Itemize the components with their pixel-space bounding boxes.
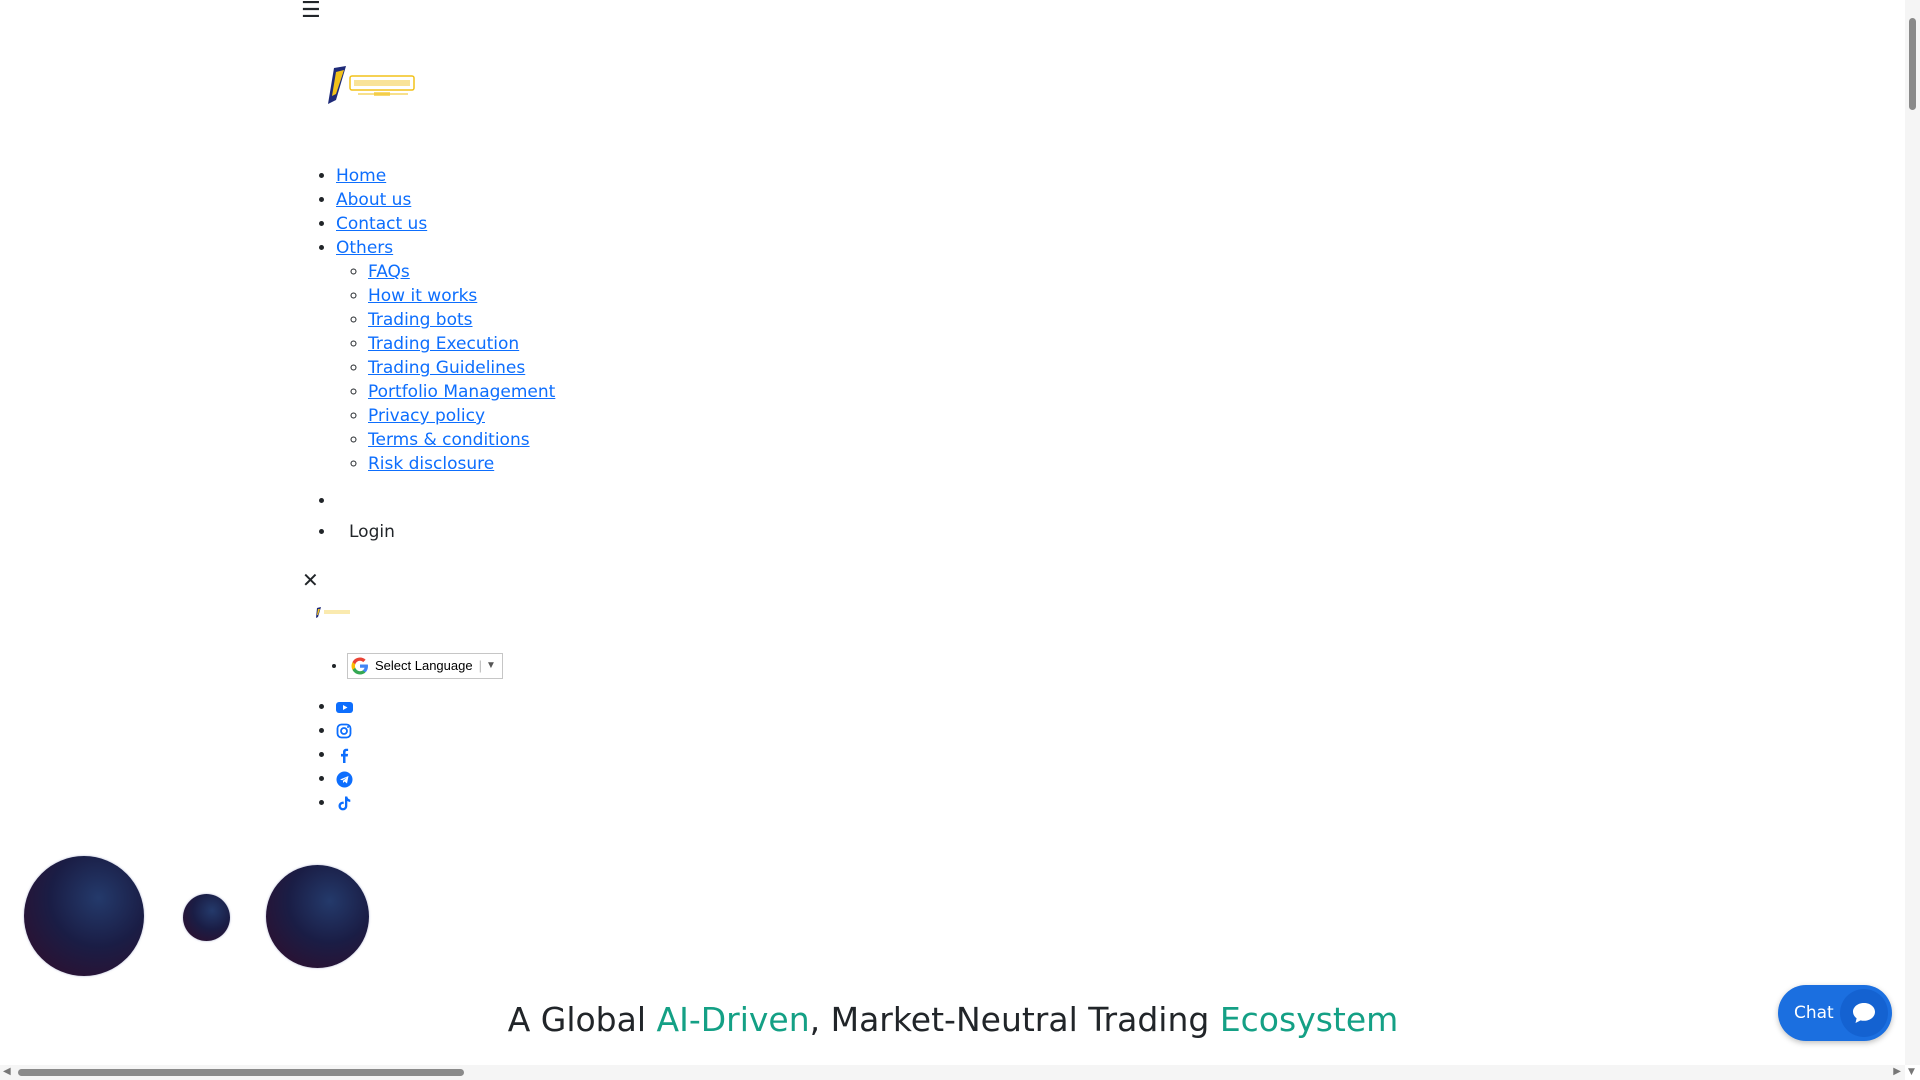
select-separator: | (478, 658, 482, 673)
nav-item-about: About us (336, 188, 555, 212)
subnav-item: Trading Guidelines (368, 356, 555, 380)
google-icon (351, 657, 369, 675)
scroll-left-arrow-icon[interactable]: ◀ (3, 1066, 11, 1077)
facebook-icon (336, 747, 353, 764)
subnav-link-privacy-policy[interactable]: Privacy policy (368, 406, 485, 426)
nav-link-others[interactable]: Others (336, 238, 393, 258)
chat-label: Chat (1794, 1003, 1834, 1023)
social-item (336, 695, 353, 719)
vertical-scroll-thumb[interactable] (1909, 18, 1916, 110)
scroll-down-arrow-icon[interactable]: ▼ (1908, 1067, 1915, 1077)
nav-item-others: Others FAQs How it works Trading bots Tr… (336, 236, 555, 476)
tiktok-icon (336, 795, 353, 812)
telegram-link[interactable] (336, 769, 353, 789)
nav-link-about[interactable]: About us (336, 190, 411, 210)
scroll-right-arrow-icon[interactable]: ▶ (1893, 1066, 1901, 1077)
subnav-item: Terms & conditions (368, 428, 555, 452)
hero-accent-text: AI-Driven (656, 1000, 810, 1039)
language-select[interactable]: Select Language | ▼ (347, 653, 503, 679)
hero-text: , Market-Neutral Trading (809, 1000, 1220, 1039)
subnav-item: Trading Execution (368, 332, 555, 356)
social-item (336, 743, 353, 767)
decorative-orb (24, 856, 144, 976)
hero-text: A Global (507, 1000, 657, 1039)
nav-item-home: Home (336, 164, 555, 188)
youtube-icon (336, 699, 353, 716)
page: ☰ Home About us Contact us Others FAQs H… (0, 0, 1920, 1080)
subnav-link-trading-guidelines[interactable]: Trading Guidelines (368, 358, 525, 378)
subnav-link-trading-bots[interactable]: Trading bots (368, 310, 473, 330)
decorative-orb (266, 865, 369, 968)
instagram-link[interactable] (336, 721, 353, 741)
social-links (304, 695, 353, 815)
subnav-link-portfolio-management[interactable]: Portfolio Management (368, 382, 555, 402)
subnav-item: FAQs (368, 260, 555, 284)
youtube-link[interactable] (336, 697, 353, 717)
nav-link-contact[interactable]: Contact us (336, 214, 427, 234)
hamburger-icon[interactable]: ☰ (301, 0, 321, 24)
subnav-item: How it works (368, 284, 555, 308)
chat-button[interactable]: Chat (1778, 985, 1892, 1041)
subnav-link-trading-execution[interactable]: Trading Execution (368, 334, 519, 354)
subnav-link-faqs[interactable]: FAQs (368, 262, 410, 282)
tiktok-link[interactable] (336, 793, 353, 813)
subnav-link-terms[interactable]: Terms & conditions (368, 430, 530, 450)
dropdown-arrow-icon: ▼ (485, 660, 496, 671)
instagram-icon (336, 723, 353, 740)
language-item: Select Language | ▼ (347, 652, 503, 680)
decorative-orb (183, 894, 230, 941)
subnav-link-how-it-works[interactable]: How it works (368, 286, 477, 306)
subnav-item: Privacy policy (368, 404, 555, 428)
subnav-item: Portfolio Management (368, 380, 555, 404)
account-list: Login (304, 489, 395, 544)
language-select-label: Select Language (375, 658, 473, 673)
horizontal-scrollbar[interactable]: ◀ ▶ (0, 1065, 1905, 1080)
company-logo[interactable] (324, 62, 420, 108)
main-nav: Home About us Contact us Others FAQs How… (304, 164, 555, 476)
horizontal-scroll-thumb[interactable] (18, 1069, 464, 1076)
subnav-link-risk-disclosure[interactable]: Risk disclosure (368, 454, 494, 474)
close-icon[interactable]: ✕ (302, 568, 319, 592)
nav-item-contact: Contact us (336, 212, 555, 236)
telegram-icon (336, 771, 353, 788)
hero-accent-text: Ecosystem (1219, 1000, 1399, 1039)
chat-bubble-icon (1840, 989, 1888, 1037)
login-item: Login (336, 520, 395, 544)
social-item (336, 767, 353, 791)
login-button[interactable]: Login (336, 522, 395, 542)
nav-link-home[interactable]: Home (336, 166, 386, 186)
language-list: Select Language | ▼ (315, 652, 503, 680)
others-submenu: FAQs How it works Trading bots Trading E… (336, 260, 555, 476)
empty-list-item (336, 489, 395, 513)
vertical-scrollbar[interactable]: ▼ (1905, 0, 1920, 1077)
subnav-item: Trading bots (368, 308, 555, 332)
subnav-item: Risk disclosure (368, 452, 555, 476)
social-item (336, 719, 353, 743)
small-logo (315, 604, 353, 618)
social-item (336, 791, 353, 815)
hero-headline: A Global AI-Driven, Market-Neutral Tradi… (0, 994, 1906, 1046)
facebook-link[interactable] (336, 745, 353, 765)
